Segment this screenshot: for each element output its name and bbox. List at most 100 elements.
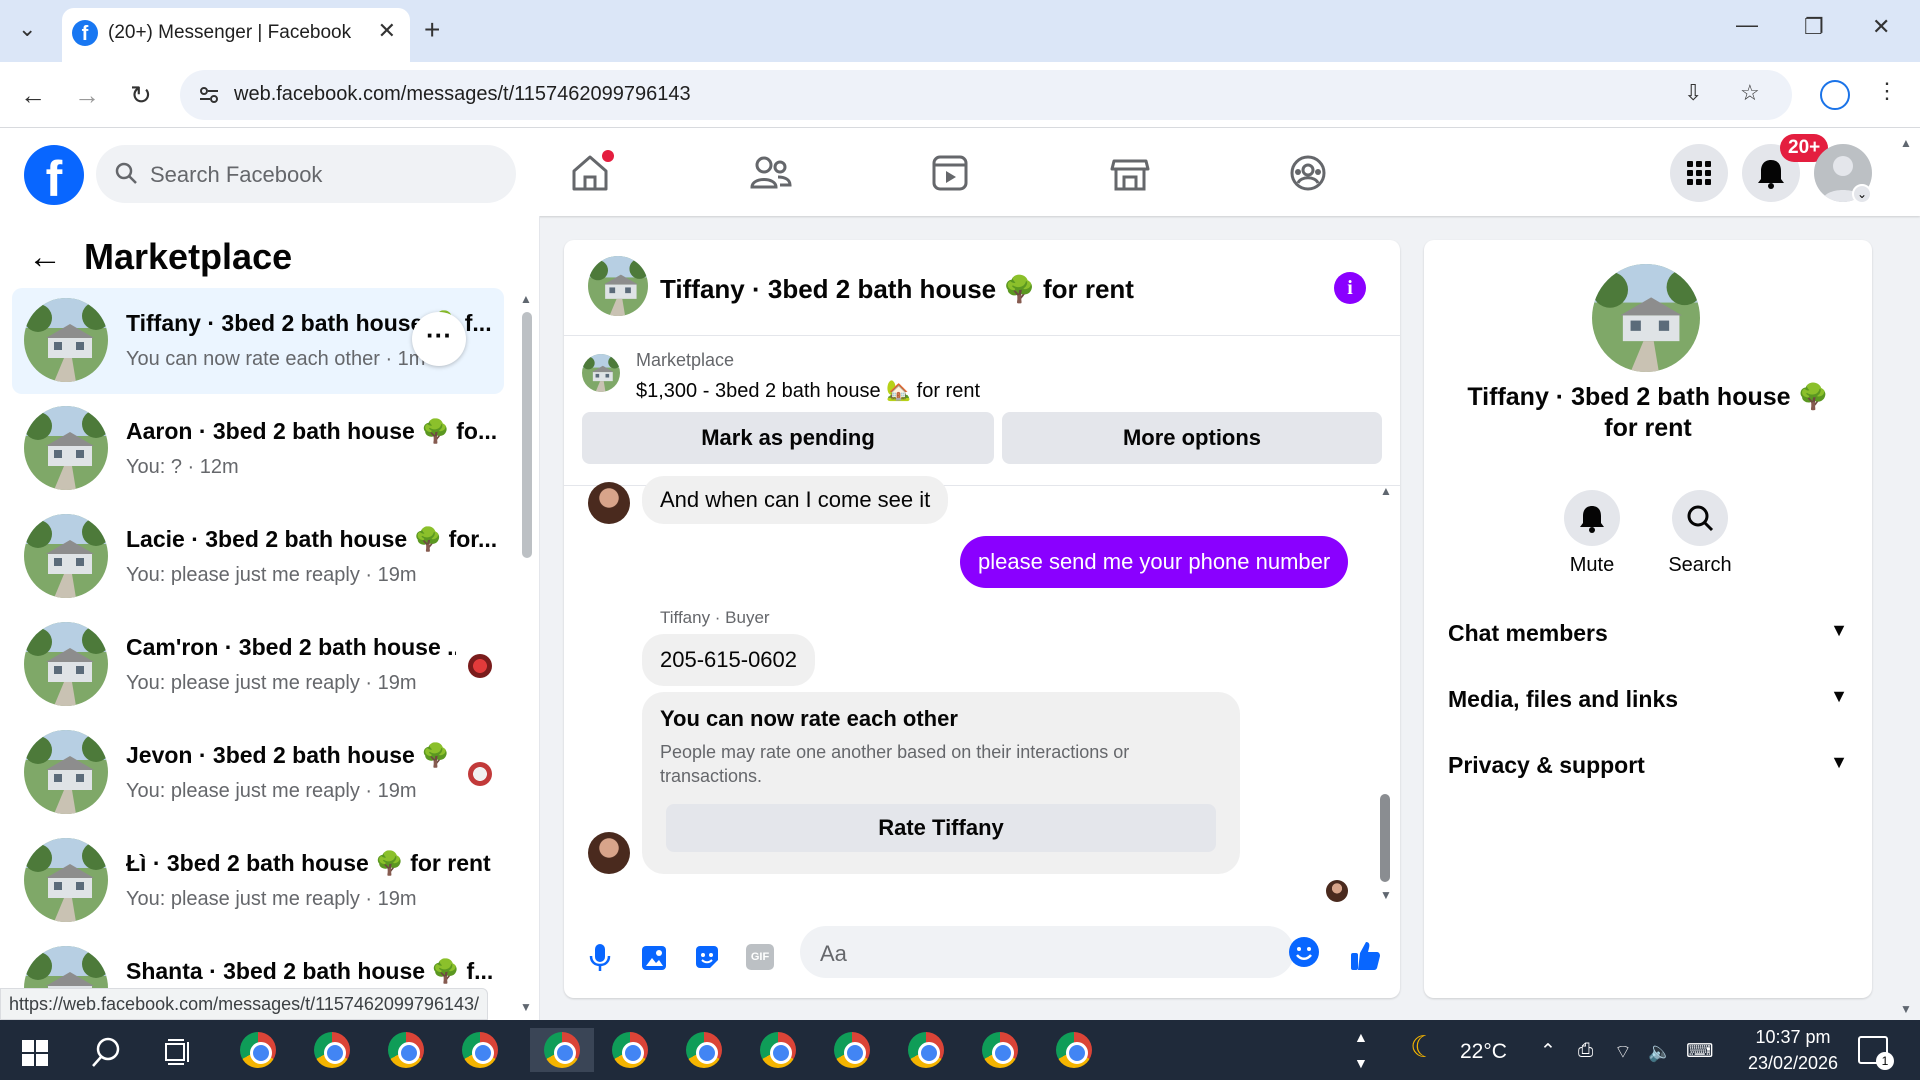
chat-thumbnail[interactable]	[588, 256, 648, 316]
search-icon[interactable]	[90, 1036, 122, 1073]
facebook-favicon-icon: f	[72, 20, 98, 46]
like-thumb-icon[interactable]	[1348, 938, 1384, 979]
chrome-menu-icon[interactable]: ⋮	[1876, 78, 1898, 104]
sticker-icon[interactable]	[692, 942, 722, 977]
conversation-item[interactable]: Aaron · 3bed 2 bath house 🌳 fo... You: ?…	[12, 396, 504, 502]
conversations-scrollbar[interactable]	[522, 312, 532, 558]
chat-members-row[interactable]: Chat members ▼	[1448, 620, 1848, 647]
sender-avatar[interactable]	[588, 832, 630, 874]
chrome-taskbar-icon[interactable]	[1052, 1028, 1096, 1072]
chrome-taskbar-icon[interactable]	[236, 1028, 280, 1072]
facebook-search-input[interactable]: Search Facebook	[96, 145, 516, 203]
rate-tiffany-button[interactable]: Rate Tiffany	[666, 804, 1216, 852]
conversation-item[interactable]: Cam'ron · 3bed 2 bath house ... You: ple…	[12, 612, 504, 718]
scroll-up-arrow-icon[interactable]: ▲	[520, 292, 532, 306]
info-icon[interactable]: i	[1334, 272, 1366, 304]
gif-icon[interactable]: GIF	[746, 944, 774, 970]
tray-chevron-icon[interactable]: ⌃	[1540, 1040, 1556, 1063]
more-options-icon[interactable]: ···	[412, 312, 466, 366]
sender-avatar[interactable]	[588, 482, 630, 524]
task-view-icon[interactable]	[164, 1038, 194, 1071]
chrome-taskbar-icon[interactable]	[310, 1028, 354, 1072]
seen-avatar	[468, 762, 492, 786]
chrome-taskbar-icon[interactable]	[978, 1028, 1022, 1072]
listing-thumbnail	[24, 514, 108, 598]
conversation-item[interactable]: Tiffany · 3bed 2 bath house 🌳 f... You c…	[12, 288, 504, 394]
reload-button[interactable]: ↻	[130, 80, 152, 111]
message-placeholder: Aa	[820, 941, 847, 966]
privacy-support-row[interactable]: Privacy & support ▼	[1448, 752, 1848, 779]
home-nav-icon[interactable]	[560, 143, 620, 203]
chat-scrollbar[interactable]	[1380, 794, 1390, 882]
conversation-item[interactable]: Lacie · 3bed 2 bath house 🌳 for... You: …	[12, 504, 504, 610]
chrome-taskbar-icon[interactable]	[756, 1028, 800, 1072]
chrome-taskbar-icon[interactable]	[904, 1028, 948, 1072]
chrome-taskbar-icon[interactable]	[458, 1028, 502, 1072]
wifi-icon[interactable]: ⌔	[1614, 1040, 1632, 1064]
back-button[interactable]: ←	[20, 80, 46, 111]
restore-button[interactable]: ❐	[1804, 14, 1824, 40]
meet-now-icon[interactable]: ⎙	[1578, 1040, 1593, 1062]
listing-thumbnail	[24, 838, 108, 922]
taskbar-overflow-icon[interactable]: ▲ ▼	[1354, 1024, 1368, 1076]
emoji-icon[interactable]	[1288, 936, 1320, 973]
photo-icon[interactable]	[640, 942, 668, 977]
search-conversation-button[interactable]	[1672, 490, 1728, 546]
rating-card: You can now rate each other People may r…	[642, 692, 1240, 874]
tab-close-icon[interactable]: ✕	[378, 18, 396, 44]
facebook-logo-icon[interactable]: f	[24, 145, 84, 207]
chrome-profile-icon[interactable]	[1820, 80, 1850, 110]
outgoing-message: please send me your phone number	[960, 536, 1349, 588]
clock-time[interactable]: 10:37 pm	[1746, 1027, 1840, 1048]
row-label: Privacy & support	[1448, 752, 1645, 778]
keyboard-icon[interactable]: ⌨	[1686, 1040, 1713, 1063]
site-info-icon[interactable]	[198, 84, 220, 106]
clock-date[interactable]: 23/02/2026	[1734, 1053, 1852, 1074]
mark-as-pending-button[interactable]: Mark as pending	[582, 412, 994, 464]
conversation-name: Aaron · 3bed 2 bath house 🌳 fo...	[126, 418, 496, 444]
chat-title[interactable]: Tiffany · 3bed 2 bath house 🌳 for rent	[660, 274, 1134, 305]
friends-nav-icon[interactable]	[740, 143, 800, 203]
windows-start-icon[interactable]	[22, 1040, 48, 1071]
groups-nav-icon[interactable]	[1278, 143, 1338, 203]
page-scroll-up-icon[interactable]: ▲	[1900, 136, 1912, 150]
tab-search-chevron-icon[interactable]: ⌄	[18, 16, 36, 42]
account-chevron-icon[interactable]: ⌄	[1852, 184, 1872, 204]
chrome-taskbar-icon[interactable]	[682, 1028, 726, 1072]
forward-button[interactable]: →	[74, 80, 100, 111]
chrome-taskbar-icon[interactable]	[608, 1028, 652, 1072]
listing-price-title[interactable]: $1,300 - 3bed 2 bath house 🏡 for rent	[636, 378, 980, 403]
read-receipt-avatar	[1326, 880, 1348, 902]
listing-photo[interactable]	[1592, 264, 1700, 372]
browser-tab-active[interactable]: f (20+) Messenger | Facebook ✕	[62, 8, 410, 62]
conversation-item[interactable]: Łì · 3bed 2 bath house 🌳 for rent You: p…	[12, 828, 504, 934]
microphone-icon[interactable]	[586, 942, 614, 977]
chrome-taskbar-icon[interactable]	[830, 1028, 874, 1072]
address-bar[interactable]: web.facebook.com/messages/t/115746209979…	[180, 70, 1792, 120]
search-placeholder: Search Facebook	[150, 162, 323, 187]
scroll-down-arrow-icon[interactable]: ▼	[520, 1000, 532, 1014]
menu-grid-button[interactable]	[1670, 144, 1728, 202]
chat-scroll-down-icon[interactable]: ▼	[1380, 888, 1392, 902]
window-close-button[interactable]: ✕	[1872, 14, 1890, 40]
chat-scroll-up-icon[interactable]: ▲	[1380, 484, 1392, 498]
install-app-icon[interactable]: ⇩	[1684, 80, 1702, 106]
page-scroll-down-icon[interactable]: ▼	[1900, 1002, 1912, 1016]
back-arrow-icon[interactable]: ←	[28, 238, 62, 277]
chrome-taskbar-icon[interactable]	[384, 1028, 428, 1072]
message-input[interactable]: Aa	[800, 926, 1319, 978]
bookmark-star-icon[interactable]: ☆	[1740, 80, 1760, 106]
minimize-button[interactable]: —	[1736, 12, 1758, 38]
chrome-taskbar-icon-active[interactable]	[530, 1028, 594, 1072]
listing-thumbnail	[24, 622, 108, 706]
marketplace-nav-icon[interactable]	[1100, 143, 1160, 203]
mute-button[interactable]	[1564, 490, 1620, 546]
volume-icon[interactable]: 🔈	[1648, 1040, 1672, 1064]
video-nav-icon[interactable]	[920, 143, 980, 203]
more-options-button[interactable]: More options	[1002, 412, 1382, 464]
media-files-links-row[interactable]: Media, files and links ▼	[1448, 686, 1848, 713]
new-tab-button[interactable]: +	[424, 14, 440, 46]
weather-temp[interactable]: 22°C	[1460, 1040, 1507, 1064]
chevron-down-icon: ▼	[1830, 752, 1848, 772]
conversation-item[interactable]: Jevon · 3bed 2 bath house 🌳 ... You: ple…	[12, 720, 504, 826]
